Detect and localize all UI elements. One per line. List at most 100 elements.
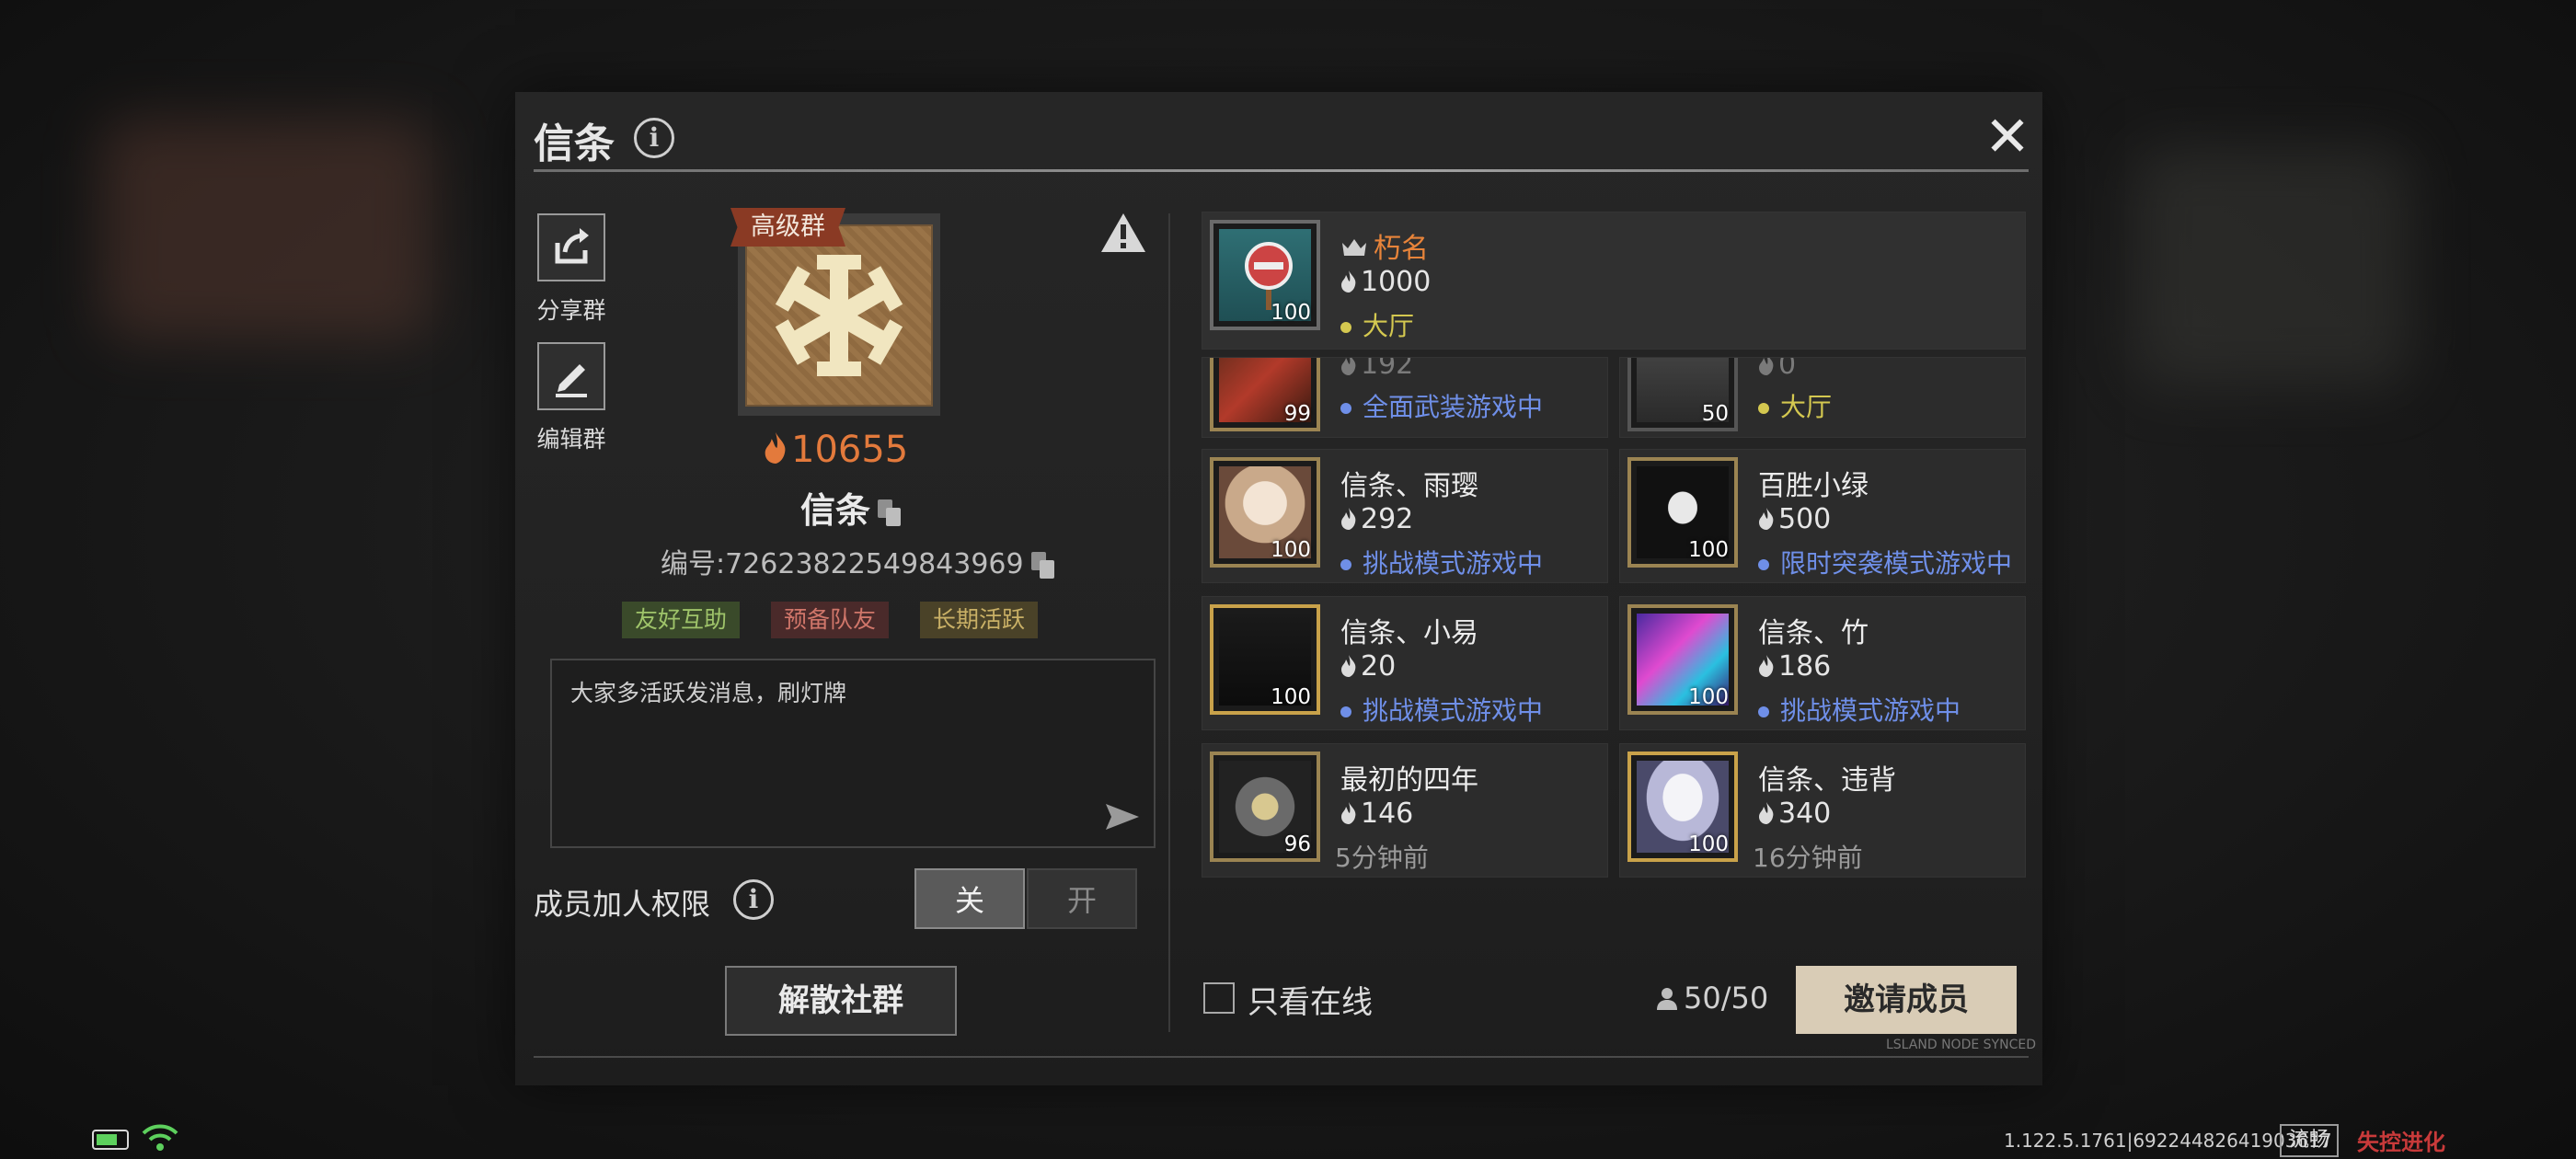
group-tag: 预备队友 xyxy=(771,602,890,638)
member-last-seen: 5分钟前 xyxy=(1335,843,1429,873)
title-divider xyxy=(534,169,2029,172)
member-name: 最初的四年 xyxy=(1340,764,1478,797)
member-level: 100 xyxy=(1688,685,1729,709)
member-name: 信条、小易 xyxy=(1340,617,1478,649)
member-card[interactable]: 100 信条、小易 20 挑战模式游戏中 xyxy=(1202,596,1608,730)
member-avatar: 100 xyxy=(1627,604,1738,715)
close-icon[interactable]: ✕ xyxy=(1983,109,2032,165)
member-status: 大厅 xyxy=(1758,387,1832,424)
bottom-divider xyxy=(534,1056,2029,1058)
flame-icon xyxy=(1341,358,1356,375)
dialog-title: 信条 xyxy=(534,120,615,167)
group-id-text: 编号:72623822549843969 xyxy=(661,548,1024,580)
member-status: 挑战模式游戏中 xyxy=(1340,691,1543,728)
member-name: 朽名 xyxy=(1340,225,1429,266)
group-description-text: 大家多活跃发消息，刷灯牌 xyxy=(570,680,847,706)
member-heat: 1000 xyxy=(1340,266,1431,298)
member-status: 大厅 xyxy=(1340,306,1414,343)
member-name: 信条、竹 xyxy=(1758,617,1869,649)
member-status: 全面武装游戏中 xyxy=(1340,387,1543,424)
flame-icon xyxy=(765,432,786,464)
member-level: 50 xyxy=(1701,402,1729,426)
group-tag: 友好互助 xyxy=(622,602,741,638)
member-heat-value: 186 xyxy=(1778,650,1832,683)
copy-icon[interactable] xyxy=(1030,551,1057,580)
member-status: 挑战模式游戏中 xyxy=(1340,544,1543,580)
edit-group-button[interactable] xyxy=(537,342,605,410)
dissolve-group-button[interactable]: 解散社群 xyxy=(725,966,957,1036)
invite-member-button[interactable]: 邀请成员 xyxy=(1796,966,2017,1034)
share-icon xyxy=(555,228,589,264)
member-status: 限时突袭模式游戏中 xyxy=(1758,544,2012,580)
member-level: 100 xyxy=(1271,301,1311,325)
member-card[interactable]: 100 百胜小绿 500 限时突袭模式游戏中 xyxy=(1619,449,2026,583)
member-heat: 292 xyxy=(1340,503,1413,535)
member-avatar: 100 xyxy=(1210,457,1320,568)
background-blur xyxy=(101,120,432,340)
crown-icon xyxy=(1342,239,1366,256)
group-name-text: 信条 xyxy=(800,490,871,531)
member-status-text: 全面武装游戏中 xyxy=(1363,392,1544,422)
member-status-text: 大厅 xyxy=(1363,311,1415,341)
member-card[interactable]: 99 192 全面武装游戏中 xyxy=(1202,357,1608,438)
report-warning-icon[interactable] xyxy=(1099,212,1147,254)
flame-icon xyxy=(1341,508,1356,530)
permission-off-toggle[interactable]: 关 xyxy=(914,868,1025,929)
member-status-text: 挑战模式游戏中 xyxy=(1363,695,1544,726)
member-name: 信条、雨璎 xyxy=(1340,470,1478,502)
group-avatar[interactable] xyxy=(745,224,933,407)
member-heat: 146 xyxy=(1340,798,1413,830)
group-heat-value: 10655 xyxy=(791,429,909,471)
member-heat: 0 xyxy=(1758,357,1797,381)
member-card-owner[interactable]: 100 朽名 1000 大厅 xyxy=(1202,212,2026,350)
group-heat: 10655 xyxy=(764,429,908,471)
member-card[interactable]: 100 信条、雨璎 292 挑战模式游戏中 xyxy=(1202,449,1608,583)
member-avatar: 50 xyxy=(1627,358,1738,431)
member-heat: 192 xyxy=(1340,357,1414,381)
member-heat-value: 292 xyxy=(1361,503,1414,535)
person-icon xyxy=(1657,988,1677,1010)
member-heat: 20 xyxy=(1340,650,1396,683)
member-last-seen: 16分钟前 xyxy=(1753,843,1863,873)
flame-icon xyxy=(1759,802,1774,824)
flame-icon xyxy=(1341,270,1356,293)
flame-icon xyxy=(1759,508,1774,530)
member-invite-permission-label: 成员加人权限 xyxy=(534,887,711,922)
group-id: 编号:72623822549843969 xyxy=(661,541,1057,581)
edit-icon xyxy=(556,364,587,397)
member-level: 100 xyxy=(1688,832,1729,856)
flame-icon xyxy=(1759,358,1774,375)
sync-text: LSLAND NODE SYNCED xyxy=(1886,1038,2036,1052)
member-heat-value: 0 xyxy=(1778,357,1797,381)
permission-on-toggle[interactable]: 开 xyxy=(1027,868,1137,929)
share-group-button[interactable] xyxy=(537,213,605,281)
member-name: 信条、违背 xyxy=(1758,764,1896,797)
member-avatar: 100 xyxy=(1210,220,1320,330)
member-card[interactable]: 100 信条、违背 340 16分钟前 xyxy=(1619,743,2026,878)
online-only-label: 只看在线 xyxy=(1248,984,1373,1021)
flame-icon xyxy=(1759,655,1774,677)
member-card[interactable]: 100 信条、竹 186 挑战模式游戏中 xyxy=(1619,596,2026,730)
member-heat: 340 xyxy=(1758,798,1831,830)
signpost-icon xyxy=(1245,242,1293,310)
group-tag: 长期活跃 xyxy=(920,602,1039,638)
member-card[interactable]: 50 0 大厅 xyxy=(1619,357,2026,438)
send-icon[interactable] xyxy=(1104,802,1141,832)
member-heat: 500 xyxy=(1758,503,1831,535)
member-count: 50/50 xyxy=(1656,981,1768,1016)
member-status-text: 限时突袭模式游戏中 xyxy=(1780,548,2013,579)
info-icon[interactable]: i xyxy=(733,879,774,920)
copy-icon[interactable] xyxy=(878,499,903,527)
info-icon[interactable]: i xyxy=(634,118,674,158)
group-description[interactable]: 大家多活跃发消息，刷灯牌 xyxy=(550,659,1156,848)
online-only-checkbox[interactable] xyxy=(1203,982,1235,1014)
member-heat: 186 xyxy=(1758,650,1831,683)
member-level: 96 xyxy=(1283,832,1311,856)
member-heat-value: 192 xyxy=(1361,357,1414,381)
member-name-text: 朽名 xyxy=(1374,233,1429,265)
member-heat-value: 146 xyxy=(1361,798,1414,830)
member-name: 百胜小绿 xyxy=(1758,470,1869,502)
member-status-text: 挑战模式游戏中 xyxy=(1363,548,1544,579)
member-card[interactable]: 96 最初的四年 146 5分钟前 xyxy=(1202,743,1608,878)
member-avatar: 100 xyxy=(1210,604,1320,715)
